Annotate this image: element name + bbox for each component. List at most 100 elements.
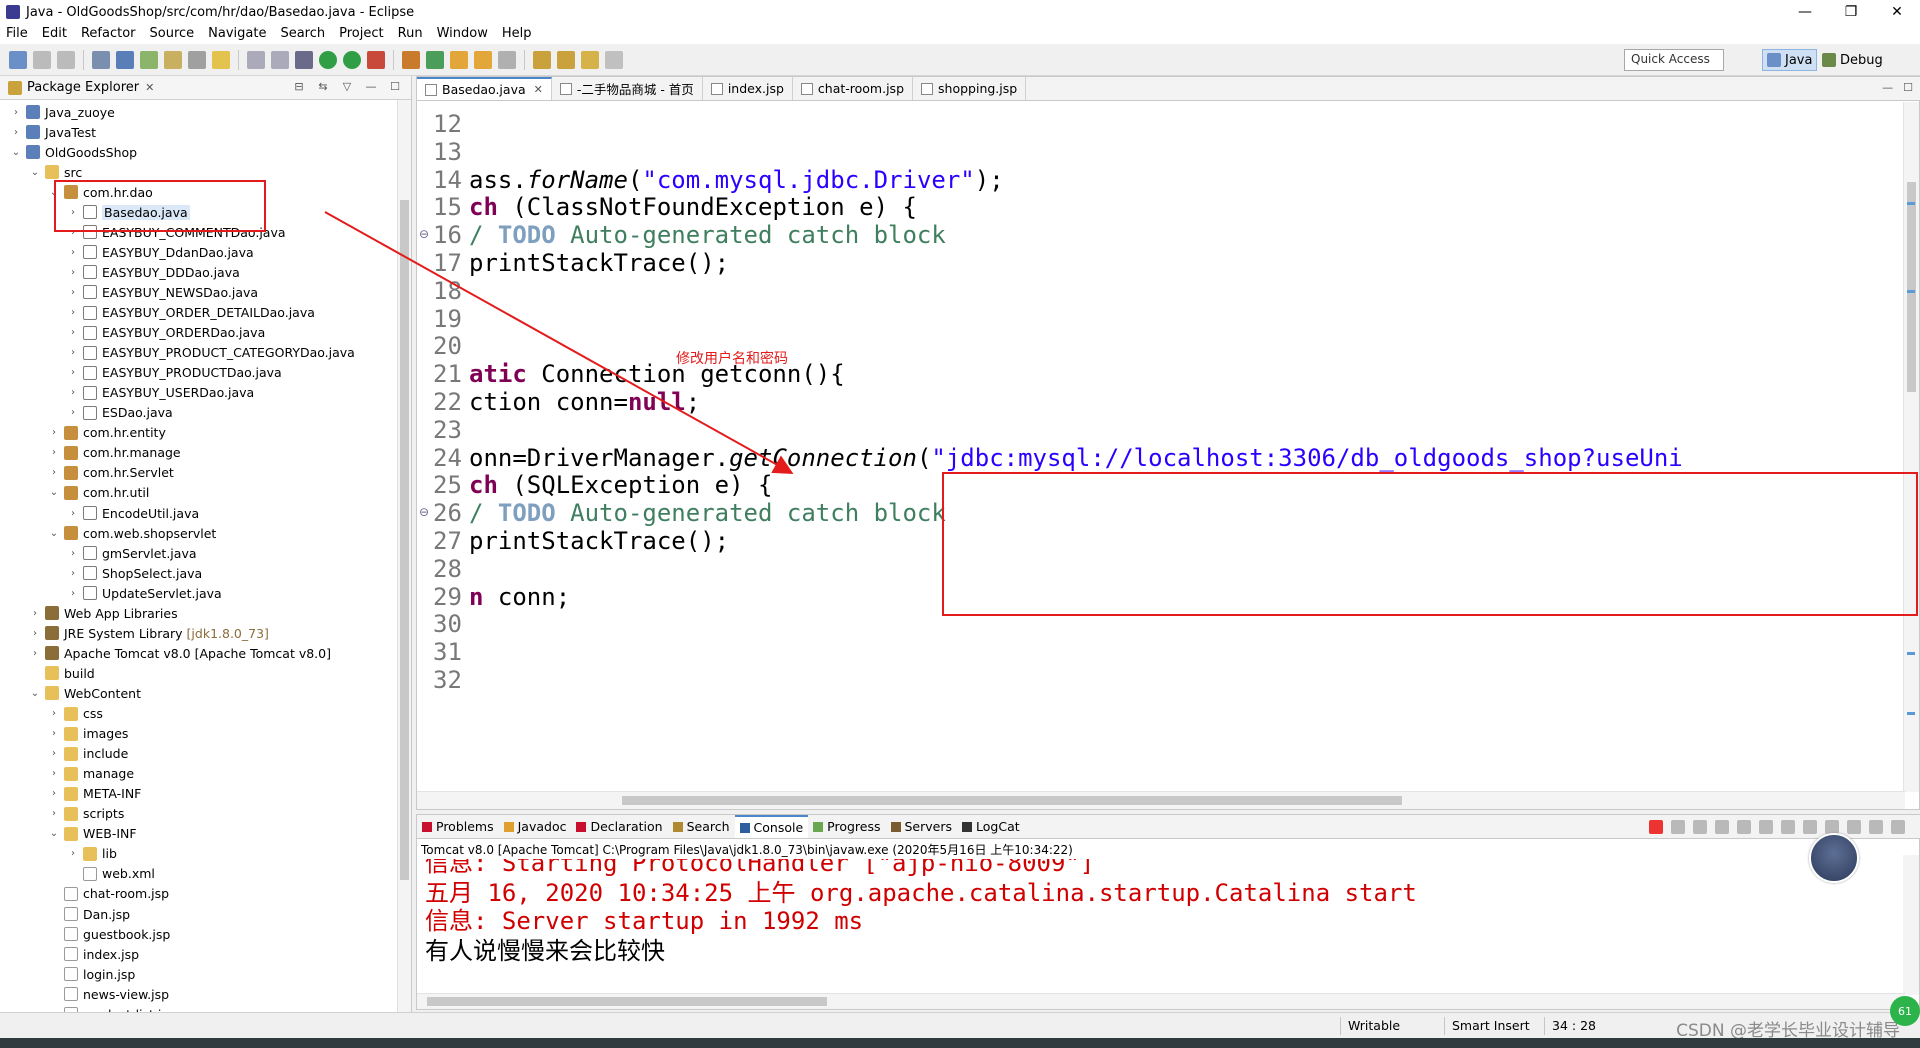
code-area[interactable]: ass.forName("com.mysql.jdbc.Driver"); ch … — [469, 102, 1889, 792]
chevron-right-icon[interactable]: › — [67, 387, 79, 398]
tree-item[interactable]: › Basedao.java — [67, 202, 190, 222]
tree-item[interactable]: ⌄ com.web.shopservlet — [48, 523, 217, 543]
menu-run[interactable]: Run — [398, 26, 423, 41]
tree-item[interactable]: › EASYBUY_ORDER_DETAILDao.java — [67, 303, 315, 323]
external-tools-icon[interactable] — [367, 50, 385, 69]
chevron-down-icon[interactable]: ⌄ — [29, 167, 41, 178]
save-icon[interactable] — [33, 50, 51, 69]
block-select-icon[interactable] — [271, 50, 289, 69]
pin-console-icon[interactable] — [1803, 820, 1817, 834]
chevron-right-icon[interactable]: › — [67, 207, 79, 218]
search-tool-icon[interactable] — [498, 50, 516, 69]
perspective-java[interactable]: Java — [1762, 49, 1818, 71]
tree-item[interactable]: › JavaTest — [10, 122, 96, 142]
tree-item[interactable]: › Apache Tomcat v8.0 [Apache Tomcat v8.0] — [29, 643, 331, 663]
coverage-icon[interactable] — [343, 50, 361, 69]
tree-item[interactable]: › ESDao.java — [67, 403, 173, 423]
menu-source[interactable]: Source — [150, 26, 195, 41]
code-line[interactable]: printStackTrace(); — [469, 249, 729, 277]
back-icon[interactable] — [581, 50, 599, 69]
new-class-icon[interactable] — [450, 50, 468, 69]
remove-launch-icon[interactable] — [1671, 820, 1685, 834]
perspective-debug[interactable]: Debug — [1818, 49, 1887, 71]
scroll-lock-icon[interactable] — [1737, 820, 1751, 834]
tree-item[interactable]: › JRE System Library [jdk1.8.0_73] — [29, 623, 269, 643]
tree-item[interactable]: › manage — [48, 764, 134, 784]
chevron-right-icon[interactable]: › — [48, 728, 60, 739]
chevron-right-icon[interactable]: › — [48, 427, 60, 438]
chevron-right-icon[interactable]: › — [10, 107, 22, 118]
tree-item[interactable]: › EASYBUY_DdanDao.java — [67, 242, 254, 262]
chevron-down-icon[interactable]: ⌄ — [10, 147, 22, 158]
menu-window[interactable]: Window — [437, 26, 488, 41]
maximize-console-icon[interactable] — [1891, 820, 1905, 834]
scrollbar-thumb[interactable] — [400, 200, 409, 880]
tree-item[interactable]: ⌄ com.hr.dao — [48, 182, 153, 202]
tree-item[interactable]: Dan.jsp — [48, 904, 130, 924]
chevron-right-icon[interactable]: › — [67, 267, 79, 278]
editor-tab[interactable]: chat-room.jsp — [793, 77, 914, 100]
overview-marker[interactable] — [1907, 202, 1915, 205]
tree-item[interactable]: › EASYBUY_NEWSDao.java — [67, 282, 258, 302]
show-whitespace-icon[interactable] — [247, 50, 265, 69]
console-horizontal-scrollbar[interactable] — [417, 993, 1905, 1009]
chevron-right-icon[interactable]: › — [48, 447, 60, 458]
chevron-right-icon[interactable]: › — [67, 548, 79, 559]
terminate-icon[interactable] — [1649, 820, 1663, 834]
code-line[interactable]: ass.forName("com.mysql.jdbc.Driver"); — [469, 166, 1004, 194]
close-button[interactable]: ✕ — [1874, 0, 1920, 24]
editor-tab[interactable]: shopping.jsp — [913, 77, 1027, 100]
skip-breakpoints-icon[interactable] — [92, 50, 110, 69]
code-line[interactable]: ch (ClassNotFoundException e) { — [469, 193, 917, 221]
menu-help[interactable]: Help — [502, 26, 532, 41]
chevron-right-icon[interactable]: › — [67, 347, 79, 358]
tree-item[interactable]: ⌄ com.hr.util — [48, 483, 150, 503]
chevron-down-icon[interactable]: ⌄ — [48, 528, 60, 539]
tree-item[interactable]: guestbook.jsp — [48, 924, 170, 944]
open-folder-icon[interactable] — [474, 50, 492, 69]
code-line[interactable]: onn=DriverManager.getConnection("jdbc:my… — [469, 444, 1683, 472]
console-tab[interactable]: Progress — [808, 815, 885, 838]
menu-project[interactable]: Project — [339, 26, 383, 41]
menu-file[interactable]: File — [6, 26, 28, 41]
chevron-right-icon[interactable]: › — [48, 808, 60, 819]
chevron-right-icon[interactable]: › — [67, 588, 79, 599]
editor-tab[interactable]: index.jsp — [703, 77, 793, 100]
chevron-right-icon[interactable]: › — [48, 788, 60, 799]
code-line[interactable]: printStackTrace(); — [469, 527, 729, 555]
tree-item[interactable]: › com.hr.manage — [48, 443, 181, 463]
minimize-console-icon[interactable] — [1869, 820, 1883, 834]
tree-item[interactable]: › ShopSelect.java — [67, 563, 202, 583]
tree-item[interactable]: › EASYBUY_ORDERDao.java — [67, 323, 265, 343]
tree-item[interactable]: › EASYBUY_USERDao.java — [67, 383, 254, 403]
menu-search[interactable]: Search — [280, 26, 325, 41]
tree-item[interactable]: product-list.jsp — [48, 1004, 176, 1012]
close-icon[interactable]: ✕ — [145, 81, 154, 94]
tree-item[interactable]: login.jsp — [48, 964, 135, 984]
run-icon[interactable] — [319, 50, 337, 69]
toggle-mark-icon[interactable] — [188, 50, 206, 69]
menu-edit[interactable]: Edit — [42, 26, 67, 41]
tree-item[interactable]: › include — [48, 744, 128, 764]
editor-tab[interactable]: Basedao.java ✕ — [417, 77, 552, 100]
chevron-down-icon[interactable]: ⌄ — [29, 688, 41, 699]
open-type-icon[interactable] — [164, 50, 182, 69]
tree-item[interactable]: news-view.jsp — [48, 984, 169, 1004]
chevron-right-icon[interactable]: › — [48, 467, 60, 478]
remove-all-icon[interactable] — [1693, 820, 1707, 834]
tree-item[interactable]: ⌄ WebContent — [29, 683, 141, 703]
chevron-down-icon[interactable]: ⌄ — [48, 487, 60, 498]
tree-item[interactable]: index.jsp — [48, 944, 139, 964]
tree-item[interactable]: › EncodeUtil.java — [67, 503, 199, 523]
next-annotation-icon[interactable] — [533, 50, 551, 69]
tree-item[interactable]: › EASYBUY_PRODUCT_CATEGORYDao.java — [67, 343, 355, 363]
tree-item[interactable]: ⌄ OldGoodsShop — [10, 142, 137, 162]
chevron-down-icon[interactable]: ⌄ — [48, 828, 60, 839]
task-marker-icon[interactable]: ⊖ — [419, 505, 429, 519]
console-output[interactable]: 信息: Starting ProtocolHandler ["ajp-nio-8… — [425, 859, 1895, 999]
tree-item[interactable]: › UpdateServlet.java — [67, 583, 222, 603]
open-console-icon[interactable] — [1847, 820, 1861, 834]
show-on-output-icon[interactable] — [1781, 820, 1795, 834]
console-tab[interactable]: Servers — [886, 815, 958, 838]
scrollbar-thumb[interactable] — [1907, 182, 1916, 392]
